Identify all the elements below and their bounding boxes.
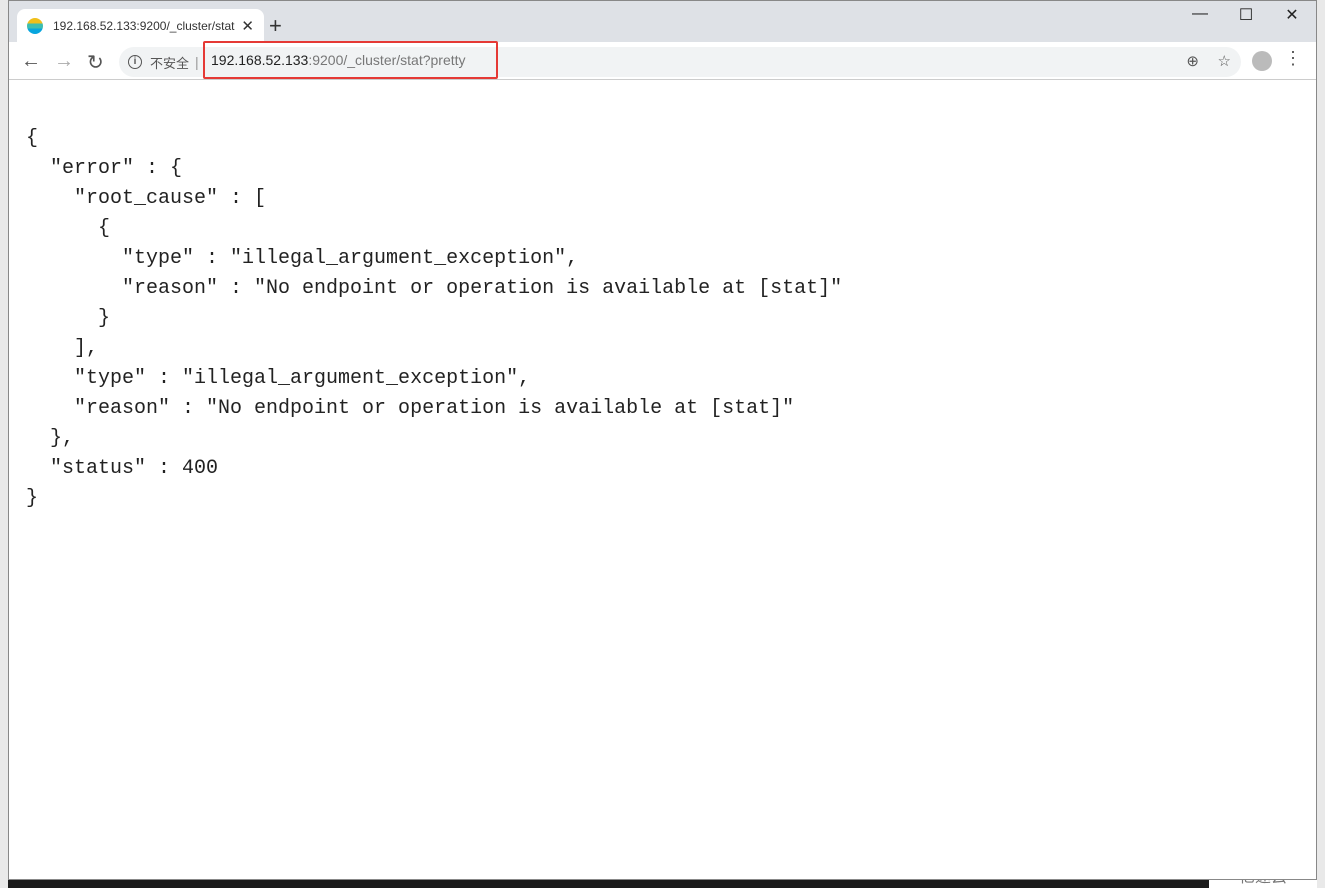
tab-strip: 192.168.52.133:9200/_cluster/stat?pretty… <box>9 1 1316 42</box>
json-line: { <box>26 217 111 240</box>
json-line: } <box>26 307 111 330</box>
profile-avatar-icon[interactable] <box>1252 51 1272 71</box>
forward-button[interactable]: → <box>54 50 74 73</box>
desktop-background-right <box>1317 0 1325 888</box>
back-button[interactable]: ← <box>21 50 41 73</box>
tab-active[interactable]: 192.168.52.133:9200/_cluster/stat?pretty… <box>17 9 264 42</box>
tab-title: 192.168.52.133:9200/_cluster/stat?pretty <box>53 18 235 33</box>
url-path: :9200/_cluster/stat?pretty <box>308 52 466 68</box>
json-line: "reason" : "No endpoint or operation is … <box>26 277 843 300</box>
json-line: }, <box>26 427 75 450</box>
menu-icon[interactable]: ⋮ <box>1284 48 1302 69</box>
tab-close-icon[interactable]: ✕ <box>241 17 254 35</box>
json-line: "status" : 400 <box>26 457 219 480</box>
toolbar: ← → ↻ i 不安全 | 192.168.52.133:9200/_clust… <box>9 41 1316 80</box>
json-line: "root_cause" : [ <box>26 187 267 210</box>
separator: | <box>195 54 199 70</box>
close-window-button[interactable]: ✕ <box>1269 5 1315 25</box>
desktop-background-left <box>0 0 8 888</box>
info-icon[interactable]: i <box>128 55 142 69</box>
json-line: { <box>26 127 39 150</box>
url-host: 192.168.52.133 <box>211 52 309 68</box>
security-label[interactable]: 不安全 <box>150 53 189 72</box>
url-highlight[interactable]: 192.168.52.133:9200/_cluster/stat?pretty <box>203 41 498 79</box>
zoom-icon[interactable]: ⊕ <box>1186 52 1199 70</box>
bookmark-star-icon[interactable]: ☆ <box>1218 52 1231 70</box>
json-line: "type" : "illegal_argument_exception", <box>26 247 579 270</box>
json-line: ], <box>26 337 99 360</box>
elastic-favicon-icon <box>27 17 43 34</box>
json-line: "error" : { <box>26 157 183 180</box>
maximize-button[interactable]: ☐ <box>1223 5 1269 25</box>
json-line: "type" : "illegal_argument_exception", <box>26 367 531 390</box>
new-tab-button[interactable]: + <box>269 13 282 39</box>
json-line: "reason" : "No endpoint or operation is … <box>26 397 795 420</box>
json-line: } <box>26 487 39 510</box>
json-response: { "error" : { "root_cause" : [ { "type" … <box>9 80 1316 574</box>
browser-window: 192.168.52.133:9200/_cluster/stat?pretty… <box>8 0 1317 880</box>
minimize-button[interactable]: — <box>1177 5 1223 23</box>
reload-button[interactable]: ↻ <box>87 50 104 75</box>
address-bar[interactable]: i 不安全 | 192.168.52.133:9200/_cluster/sta… <box>119 41 1241 79</box>
